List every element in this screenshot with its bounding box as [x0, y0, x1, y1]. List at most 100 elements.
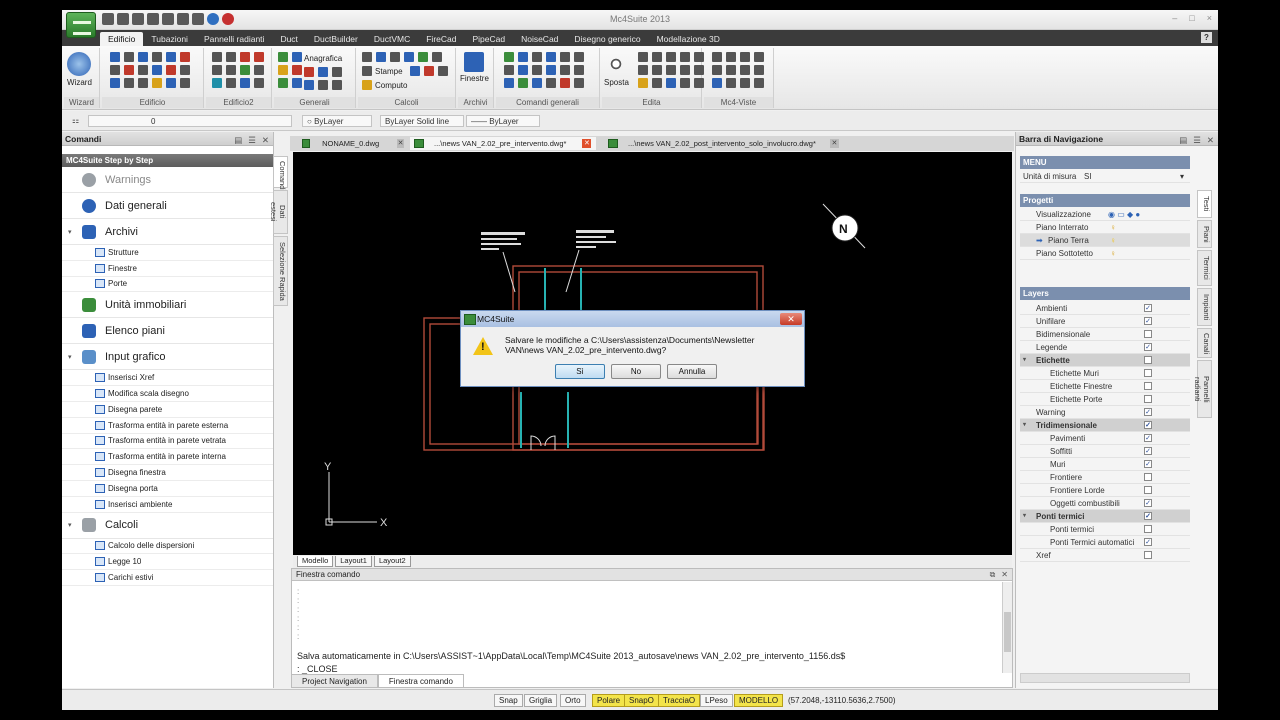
close-panel-icon[interactable]: ✕ — [262, 133, 269, 147]
status-toggle-orto[interactable]: Orto — [560, 694, 586, 707]
nav-section-warnings[interactable]: Warnings — [62, 167, 273, 193]
layers-horizontal-scrollbar[interactable] — [1020, 673, 1190, 683]
layer-visibility-checkbox[interactable]: ✓ — [1144, 499, 1152, 507]
v5-icon[interactable] — [712, 65, 722, 75]
cg4-icon[interactable] — [546, 52, 556, 62]
yes-button[interactable]: Sì — [555, 364, 605, 379]
nav-item[interactable]: Strutture — [62, 245, 273, 261]
status-toggle-snap[interactable]: Snap — [494, 694, 523, 707]
calc3-icon[interactable] — [390, 52, 400, 62]
float-icon[interactable]: ⧉ — [990, 569, 996, 581]
ed2-icon[interactable] — [652, 52, 662, 62]
project-piano-terra[interactable]: ➡ Piano Terra ♀ — [1020, 234, 1190, 247]
side-tab-testi[interactable]: Testi — [1197, 190, 1212, 218]
layer-visibility-checkbox[interactable]: ✓ — [1144, 304, 1152, 312]
ed15-icon[interactable] — [694, 78, 704, 88]
cancel-button[interactable]: Annulla — [667, 364, 717, 379]
v9-icon[interactable] — [712, 78, 722, 88]
nav-item[interactable]: Calcolo delle dispersioni — [62, 539, 273, 555]
layer-visibility-checkbox[interactable] — [1144, 395, 1152, 403]
app-logo-icon[interactable] — [66, 12, 96, 38]
layer-row[interactable]: Ponti termici — [1020, 523, 1190, 536]
close-button[interactable]: × — [1207, 13, 1212, 23]
calc6-icon[interactable] — [432, 52, 442, 62]
tee-tool-icon[interactable] — [138, 52, 148, 62]
layer-row[interactable]: Unifilare ✓ — [1020, 315, 1190, 328]
tab-finestra-comando[interactable]: Finestra comando — [377, 674, 464, 688]
nav-item[interactable]: Trasforma entità in parete interna — [62, 449, 273, 466]
join-tool-icon[interactable] — [166, 52, 176, 62]
layer-visibility-checkbox[interactable] — [1144, 330, 1152, 338]
layer-visibility-checkbox[interactable] — [1144, 525, 1152, 533]
calc8-icon[interactable] — [424, 66, 434, 76]
collapse-toggle-icon[interactable]: ▾ — [1023, 510, 1026, 523]
cg8-icon[interactable] — [518, 65, 528, 75]
tab-ductbuilder[interactable]: DuctBuilder — [306, 32, 366, 46]
expand-toggle-icon[interactable]: ▾ — [68, 521, 72, 529]
doc-tab-post-intervento[interactable]: ...\news VAN_2.02_post_intervento_solo_i… — [604, 137, 844, 150]
v10-icon[interactable] — [726, 78, 736, 88]
blank2-icon[interactable] — [254, 78, 264, 88]
hatch2-icon[interactable] — [226, 52, 236, 62]
layout-tab-layout2[interactable]: Layout2 — [373, 556, 411, 567]
nav-section-calcoli[interactable]: ▾ Calcoli — [62, 513, 273, 539]
doc-tab-close-icon[interactable]: ✕ — [397, 139, 404, 148]
nav-item[interactable]: Carichi estivi — [62, 570, 273, 586]
doc-tab-noname[interactable]: NONAME_0.dwg ✕ — [298, 137, 404, 150]
project-piano-sottotetto[interactable]: Piano Sottotetto ♀ — [1020, 247, 1190, 260]
nav-item[interactable]: Finestre — [62, 261, 273, 277]
v1-icon[interactable] — [712, 52, 722, 62]
color-select[interactable]: ○ ByLayer — [302, 115, 372, 127]
tab-disegno-generico[interactable]: Disegno generico — [566, 32, 648, 46]
expand-toggle-icon[interactable]: ▾ — [68, 228, 72, 236]
cg17-icon[interactable] — [560, 78, 570, 88]
wall-tool-icon[interactable] — [110, 52, 120, 62]
nav-section-input-grafico[interactable]: ▾ Input grafico — [62, 344, 273, 371]
gen1-icon[interactable] — [278, 52, 288, 62]
cg9-icon[interactable] — [532, 65, 542, 75]
calc4-icon[interactable] — [404, 52, 414, 62]
layer-row[interactable]: Ambienti ✓ — [1020, 302, 1190, 315]
blank-icon[interactable] — [254, 65, 264, 75]
layer-row[interactable]: ▾ Etichette — [1020, 354, 1190, 367]
nav-item[interactable]: Disegna porta — [62, 481, 273, 497]
cg16-icon[interactable] — [546, 78, 556, 88]
layout-tab-modello[interactable]: Modello — [297, 556, 334, 567]
panel3-icon[interactable] — [240, 78, 250, 88]
gen9-icon[interactable] — [332, 67, 342, 77]
red-box-icon[interactable] — [254, 52, 264, 62]
v11-icon[interactable] — [740, 78, 750, 88]
anagrafica-button[interactable]: Anagrafica — [304, 54, 342, 63]
spiral2-icon[interactable] — [226, 65, 236, 75]
bulb-icon[interactable]: ♀ — [1110, 221, 1116, 234]
minimize-button[interactable]: – — [1172, 13, 1177, 23]
layer-visibility-checkbox[interactable]: ✓ — [1144, 343, 1152, 351]
ed1-icon[interactable] — [638, 52, 648, 62]
cg10-icon[interactable] — [546, 65, 556, 75]
nav-item[interactable]: Inserisci ambiente — [62, 497, 273, 513]
gen5-icon[interactable] — [278, 78, 288, 88]
nav-item[interactable]: Trasforma entità in parete esterna — [62, 418, 273, 434]
cg7-icon[interactable] — [504, 65, 514, 75]
options-icon[interactable]: ☰ — [248, 133, 256, 147]
layer-row[interactable]: Soffitti ✓ — [1020, 445, 1190, 458]
v3-icon[interactable] — [740, 52, 750, 62]
box-tool-icon[interactable] — [166, 65, 176, 75]
line-tool-icon[interactable] — [124, 52, 134, 62]
tab-ductvmc[interactable]: DuctVMC — [366, 32, 418, 46]
layer-row[interactable]: Legende ✓ — [1020, 341, 1190, 354]
layer-visibility-checkbox[interactable]: ✓ — [1144, 434, 1152, 442]
layer-row[interactable]: Warning ✓ — [1020, 406, 1190, 419]
split-tool-icon[interactable] — [152, 52, 162, 62]
ed8-icon[interactable] — [666, 65, 676, 75]
nav-item[interactable]: Disegna finestra — [62, 465, 273, 481]
terrain-icon[interactable] — [240, 65, 250, 75]
expand-toggle-icon[interactable]: ▾ — [68, 353, 72, 361]
ed5-icon[interactable] — [694, 52, 704, 62]
layer-row[interactable]: Frontiere — [1020, 471, 1190, 484]
collapse-toggle-icon[interactable]: ▾ — [1023, 354, 1026, 367]
close-panel-icon[interactable]: ✕ — [1001, 569, 1008, 581]
panel-icon[interactable] — [212, 78, 222, 88]
empty-tool-icon[interactable] — [180, 65, 190, 75]
calc2-icon[interactable] — [376, 52, 386, 62]
